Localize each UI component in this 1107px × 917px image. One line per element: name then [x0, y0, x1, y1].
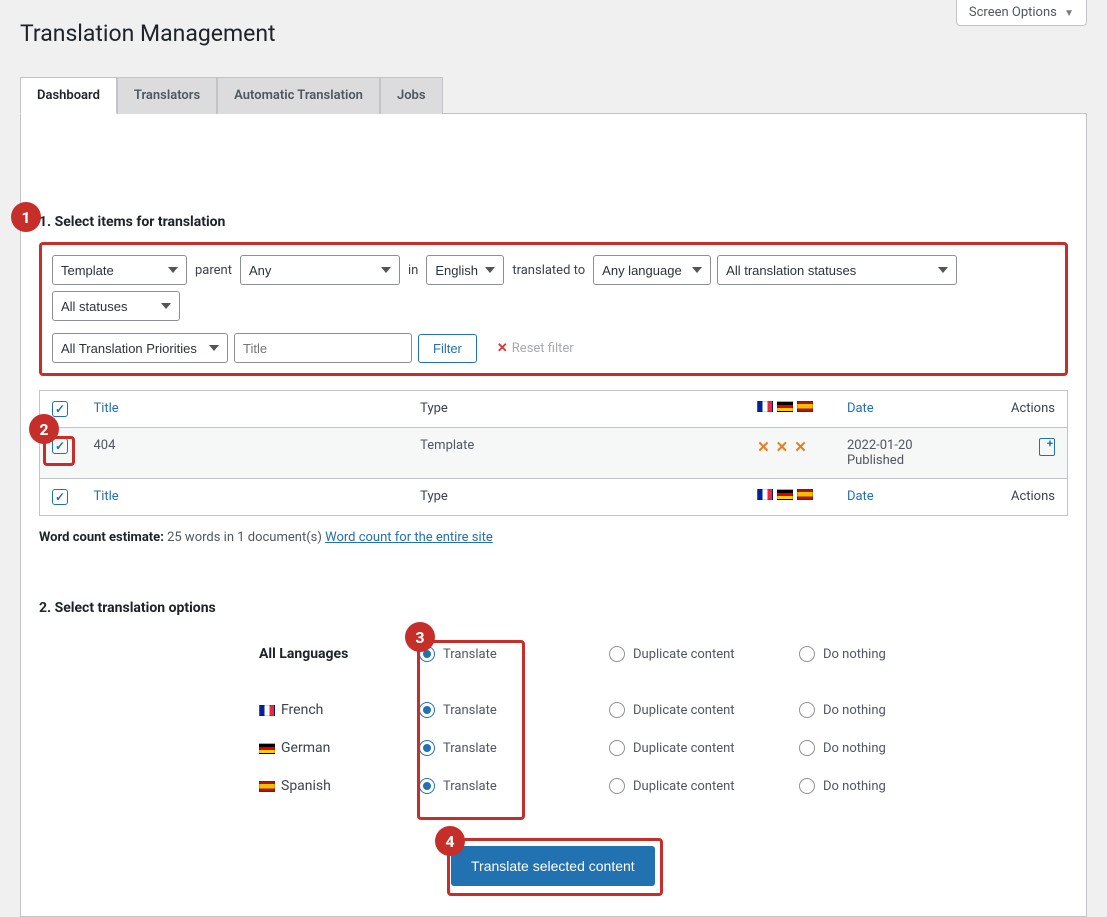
flag-fr-icon	[757, 489, 773, 500]
all-languages-label: All Languages	[259, 646, 419, 662]
table-row: 404 Template ✕ ✕ ✕ 2022-01-20	[40, 428, 1068, 479]
radio-de-nothing[interactable]	[799, 740, 815, 756]
filter-title-input[interactable]	[234, 333, 412, 363]
filter-pub-status[interactable]: All statuses	[52, 291, 180, 321]
filter-priority[interactable]: All Translation Priorities	[52, 333, 228, 363]
radio-all-duplicate[interactable]	[609, 646, 625, 662]
row-title[interactable]: 404	[81, 428, 408, 479]
step2-title: 2. Select translation options	[39, 600, 1068, 616]
radio-es-duplicate[interactable]	[609, 778, 625, 794]
flag-fr-icon	[259, 705, 275, 716]
status-x-icon[interactable]: ✕	[794, 438, 807, 456]
parent-label: parent	[193, 263, 234, 278]
filter-button[interactable]: Filter	[418, 334, 477, 363]
flag-fr-icon	[757, 401, 773, 412]
screen-options-button[interactable]: Screen Options ▼	[956, 0, 1087, 26]
row-type: Template	[408, 428, 745, 479]
radio-fr-nothing[interactable]	[799, 702, 815, 718]
filter-target-lang[interactable]: Any language	[593, 255, 711, 285]
lang-french-label: French	[259, 702, 419, 718]
screen-options-label: Screen Options	[969, 5, 1057, 20]
flag-es-icon	[259, 781, 275, 792]
in-label: in	[406, 263, 420, 278]
filter-source-lang[interactable]: English	[426, 255, 504, 285]
word-count: Word count estimate: 25 words in 1 docum…	[39, 530, 1068, 545]
tf-date[interactable]: Date	[835, 479, 999, 516]
flag-es-icon	[797, 401, 813, 412]
radio-es-nothing[interactable]	[799, 778, 815, 794]
translate-selected-button[interactable]: Translate selected content	[451, 846, 655, 886]
th-languages	[745, 391, 835, 428]
lang-spanish-label: Spanish	[259, 778, 419, 794]
filter-post-type[interactable]: Template	[52, 255, 187, 285]
annotation-marker-2: 2	[29, 414, 59, 444]
tabs: Dashboard Translators Automatic Translat…	[20, 77, 1087, 114]
row-checkbox[interactable]	[52, 438, 68, 454]
annotation-marker-3: 3	[405, 622, 435, 652]
reset-filter-link[interactable]: ✕Reset filter	[497, 341, 574, 356]
main-panel: 1 1. Select items for translation Templa…	[20, 114, 1087, 917]
filter-parent[interactable]: Any	[240, 255, 400, 285]
annotation-marker-4: 4	[435, 826, 465, 856]
close-icon: ✕	[497, 341, 508, 356]
tab-dashboard[interactable]: Dashboard	[20, 77, 117, 114]
chevron-down-icon: ▼	[1064, 8, 1074, 19]
flag-de-icon	[777, 401, 793, 412]
tf-title[interactable]: Title	[81, 479, 408, 516]
radio-fr-duplicate[interactable]	[609, 702, 625, 718]
select-all-checkbox[interactable]	[52, 401, 68, 417]
th-date[interactable]: Date	[835, 391, 999, 428]
radio-fr-translate[interactable]	[419, 702, 435, 718]
items-table: Title Type Date Actions	[39, 390, 1068, 516]
status-x-icon[interactable]: ✕	[757, 438, 770, 456]
tab-automatic[interactable]: Automatic Translation	[217, 77, 380, 114]
add-document-icon[interactable]	[1039, 438, 1055, 456]
annotation-marker-1: 1	[11, 202, 41, 232]
tf-languages	[745, 479, 835, 516]
radio-de-translate[interactable]	[419, 740, 435, 756]
row-translation-status: ✕ ✕ ✕	[757, 438, 823, 456]
flag-de-icon	[259, 743, 275, 754]
tab-jobs[interactable]: Jobs	[380, 77, 443, 114]
radio-de-duplicate[interactable]	[609, 740, 625, 756]
flag-de-icon	[777, 489, 793, 500]
select-all-checkbox-foot[interactable]	[52, 489, 68, 505]
page-title: Translation Management	[20, 0, 1087, 77]
filter-translation-status[interactable]: All translation statuses	[717, 255, 957, 285]
radio-all-nothing[interactable]	[799, 646, 815, 662]
tf-type: Type	[408, 479, 745, 516]
radio-es-translate[interactable]	[419, 778, 435, 794]
step1-title: 1. Select items for translation	[39, 214, 1068, 230]
tab-translators[interactable]: Translators	[117, 77, 217, 114]
filter-box: Template parent Any in English translate…	[39, 242, 1068, 376]
th-type: Type	[408, 391, 745, 428]
lang-german-label: German	[259, 740, 419, 756]
row-date: 2022-01-20 Published	[835, 428, 999, 479]
status-x-icon[interactable]: ✕	[776, 438, 789, 456]
flag-es-icon	[797, 489, 813, 500]
th-title[interactable]: Title	[81, 391, 408, 428]
translated-to-label: translated to	[510, 263, 587, 278]
tf-actions: Actions	[999, 479, 1068, 516]
th-actions: Actions	[999, 391, 1068, 428]
word-count-link[interactable]: Word count for the entire site	[325, 530, 493, 545]
